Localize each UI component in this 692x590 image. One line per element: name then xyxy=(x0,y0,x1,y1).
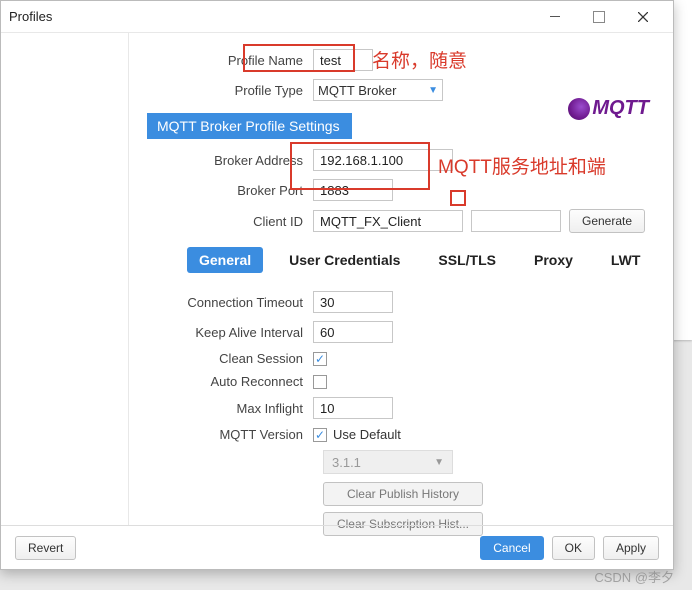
max-inflight-label: Max Inflight xyxy=(147,401,313,416)
cancel-button[interactable]: Cancel xyxy=(480,536,543,560)
profiles-list-panel xyxy=(1,33,129,525)
broker-port-input[interactable] xyxy=(313,179,393,201)
clean-session-checkbox[interactable] xyxy=(313,352,327,366)
mqtt-version-select: 3.1.1 ▼ xyxy=(323,450,453,474)
profile-name-input[interactable] xyxy=(313,49,373,71)
profile-type-value: MQTT Broker xyxy=(318,83,397,98)
minimize-button[interactable] xyxy=(533,3,577,31)
broker-port-label: Broker Port xyxy=(147,183,313,198)
broker-address-input[interactable] xyxy=(313,149,453,171)
ok-button[interactable]: OK xyxy=(552,536,595,560)
use-default-checkbox[interactable] xyxy=(313,428,327,442)
clear-publish-history-button[interactable]: Clear Publish History xyxy=(323,482,483,506)
profiles-dialog: Profiles Profile Name Profile Type MQTT … xyxy=(0,0,674,570)
profile-type-select[interactable]: MQTT Broker ▼ xyxy=(313,79,443,101)
max-inflight-input[interactable] xyxy=(313,397,393,419)
tab-lwt[interactable]: LWT xyxy=(599,247,653,273)
chevron-down-icon: ▼ xyxy=(434,457,444,468)
mqtt-logo-text: MQTT xyxy=(592,97,649,120)
connection-timeout-label: Connection Timeout xyxy=(147,295,313,310)
tab-proxy[interactable]: Proxy xyxy=(522,247,585,273)
apply-button[interactable]: Apply xyxy=(603,536,659,560)
client-id-label: Client ID xyxy=(147,214,313,229)
generate-button[interactable]: Generate xyxy=(569,209,645,233)
revert-button[interactable]: Revert xyxy=(15,536,76,560)
tab-ssl-tls[interactable]: SSL/TLS xyxy=(426,247,508,273)
keep-alive-label: Keep Alive Interval xyxy=(147,325,313,340)
maximize-button[interactable] xyxy=(577,3,621,31)
client-id-input[interactable] xyxy=(313,210,463,232)
broker-address-label: Broker Address xyxy=(147,153,313,168)
auto-reconnect-label: Auto Reconnect xyxy=(147,374,313,389)
connection-timeout-input[interactable] xyxy=(313,291,393,313)
broker-settings-header: MQTT Broker Profile Settings xyxy=(147,113,352,139)
mqtt-logo: MQTT xyxy=(568,97,649,120)
clean-session-label: Clean Session xyxy=(147,351,313,366)
mqtt-version-label: MQTT Version xyxy=(147,427,313,442)
close-button[interactable] xyxy=(621,3,665,31)
profile-type-label: Profile Type xyxy=(147,83,313,98)
dialog-footer: Revert Cancel OK Apply xyxy=(1,525,673,569)
mqtt-version-value: 3.1.1 xyxy=(332,455,361,470)
chevron-down-icon: ▼ xyxy=(428,85,438,96)
auto-reconnect-checkbox[interactable] xyxy=(313,375,327,389)
mqtt-logo-icon xyxy=(568,98,590,120)
watermark: CSDN @李夕 xyxy=(594,567,674,586)
titlebar: Profiles xyxy=(1,1,673,33)
tab-user-credentials[interactable]: User Credentials xyxy=(277,247,412,273)
profile-name-label: Profile Name xyxy=(147,53,313,68)
use-default-label: Use Default xyxy=(333,427,401,442)
keep-alive-input[interactable] xyxy=(313,321,393,343)
tab-general[interactable]: General xyxy=(187,247,263,273)
tabs: General User Credentials SSL/TLS Proxy L… xyxy=(187,247,655,273)
window-title: Profiles xyxy=(9,9,52,24)
client-id-extra-input[interactable] xyxy=(471,210,561,232)
